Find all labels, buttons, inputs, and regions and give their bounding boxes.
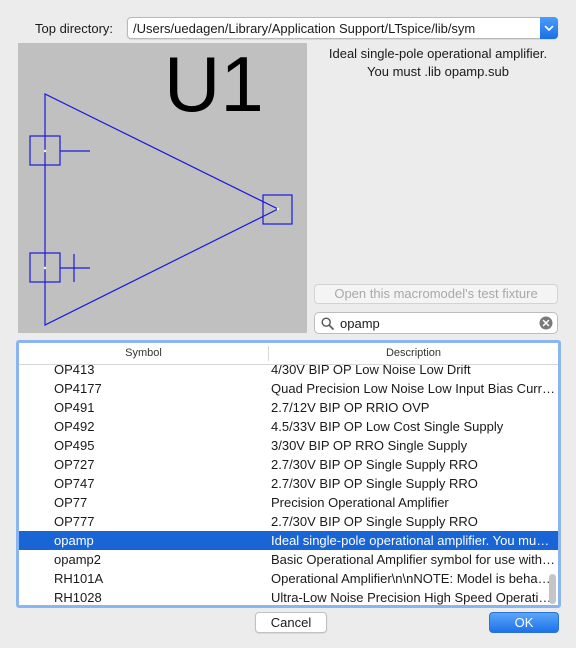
- top-directory-label: Top directory:: [35, 21, 114, 36]
- description-line-2: You must .lib opamp.sub: [367, 64, 509, 79]
- top-directory-value: /Users/uedagen/Library/Application Suppo…: [133, 21, 476, 36]
- cell-symbol: OP727: [54, 457, 95, 472]
- symbol-table[interactable]: Symbol Description OP413 4/30V BIP OP Low…: [16, 340, 561, 608]
- search-icon: [321, 317, 334, 333]
- cell-symbol: OP747: [54, 476, 95, 491]
- cell-symbol: OP77: [54, 495, 88, 510]
- table-row[interactable]: OP727 2.7/30V BIP OP Single Supply RRO: [19, 455, 558, 474]
- table-row[interactable]: OP492 4.5/33V BIP OP Low Cost Single Supp…: [19, 417, 558, 436]
- cell-description: Ultra-Low Noise Precision High Speed Ope…: [271, 590, 555, 605]
- description-line-1: Ideal single-pole operational amplifier.: [328, 46, 548, 61]
- cell-symbol: OP413: [54, 365, 95, 377]
- scrollbar-thumb[interactable]: [549, 574, 556, 604]
- symbol-preview: U1: [18, 43, 307, 333]
- table-row[interactable]: RH101A Operational Amplifier\n\nNOTE: Mod…: [19, 569, 558, 588]
- cell-description: 3/30V BIP OP RRO Single Supply: [271, 438, 468, 453]
- top-directory-select[interactable]: /Users/uedagen/Library/Application Suppo…: [127, 17, 558, 39]
- cell-description: Ideal single-pole operational amplifier.…: [271, 533, 555, 548]
- cell-symbol: RH1028: [54, 590, 102, 605]
- table-row[interactable]: OP77 Precision Operational Amplifier: [19, 493, 558, 512]
- cell-description: 2.7/30V BIP OP Single Supply RRO: [271, 514, 478, 529]
- column-header-description[interactable]: Description: [269, 347, 558, 359]
- cell-description: Basic Operational Amplifier symbol for u…: [271, 552, 555, 567]
- cell-description: 2.7/30V BIP OP Single Supply RRO: [271, 476, 478, 491]
- table-row[interactable]: opamp Ideal single-pole operational ampli…: [19, 531, 558, 550]
- cell-description: Quad Precision Low Noise Low Input Bias …: [271, 381, 555, 396]
- clear-icon[interactable]: [539, 316, 553, 333]
- cell-symbol: OP495: [54, 438, 95, 453]
- cell-description: 2.7/12V BIP OP RRIO OVP: [271, 400, 430, 415]
- table-row[interactable]: OP491 2.7/12V BIP OP RRIO OVP: [19, 398, 558, 417]
- ok-button[interactable]: OK: [489, 612, 559, 633]
- table-row[interactable]: OP777 2.7/30V BIP OP Single Supply RRO: [19, 512, 558, 531]
- cell-description: 4/30V BIP OP Low Noise Low Drift: [271, 365, 471, 377]
- cell-symbol: opamp2: [54, 552, 101, 567]
- cancel-button[interactable]: Cancel: [255, 612, 327, 633]
- cell-description: Precision Operational Amplifier: [271, 495, 449, 510]
- vertical-scrollbar[interactable]: [549, 369, 556, 605]
- cell-symbol: RH101A: [54, 571, 104, 586]
- search-input[interactable]: opamp: [340, 316, 380, 331]
- cell-description: Operational Amplifier\n\nNOTE: Model is …: [271, 571, 555, 586]
- cell-symbol: OP4177: [54, 381, 102, 396]
- cell-description: 2.7/30V BIP OP Single Supply RRO: [271, 457, 478, 472]
- table-body: OP413 4/30V BIP OP Low Noise Low Drift OP4…: [19, 365, 558, 605]
- cell-description: 4.5/33V BIP OP Low Cost Single Supply: [271, 419, 504, 434]
- column-header-symbol[interactable]: Symbol: [19, 347, 268, 359]
- table-row[interactable]: OP413 4/30V BIP OP Low Noise Low Drift: [19, 365, 558, 379]
- table-header: Symbol Description: [19, 343, 558, 365]
- symbol-description: Ideal single-pole operational amplifier.…: [310, 45, 566, 81]
- chevron-down-icon[interactable]: [540, 17, 558, 39]
- table-row[interactable]: RH1028 Ultra-Low Noise Precision High Spe…: [19, 588, 558, 605]
- cell-symbol: OP777: [54, 514, 95, 529]
- reference-designator: U1: [164, 40, 264, 128]
- cell-symbol: opamp: [54, 533, 94, 548]
- table-row[interactable]: OP495 3/30V BIP OP RRO Single Supply: [19, 436, 558, 455]
- table-row[interactable]: OP4177 Quad Precision Low Noise Low Input…: [19, 379, 558, 398]
- table-row[interactable]: opamp2 Basic Operational Amplifier symbol…: [19, 550, 558, 569]
- cell-symbol: OP491: [54, 400, 95, 415]
- search-field[interactable]: opamp: [314, 312, 558, 334]
- cell-symbol: OP492: [54, 419, 95, 434]
- table-row[interactable]: OP747 2.7/30V BIP OP Single Supply RRO: [19, 474, 558, 493]
- open-test-fixture-button[interactable]: Open this macromodel's test fixture: [314, 284, 558, 304]
